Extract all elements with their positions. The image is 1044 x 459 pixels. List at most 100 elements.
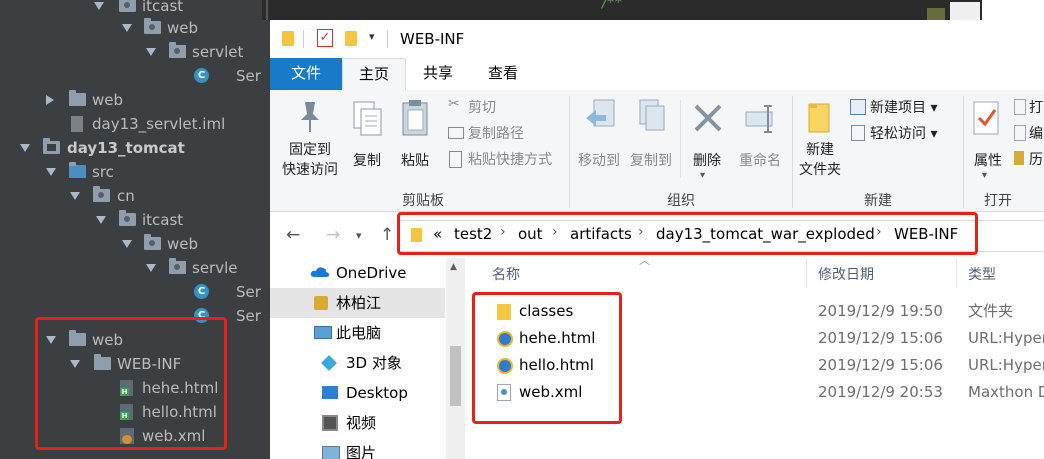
expand-arrow-icon[interactable] [20,144,30,152]
paste-shortcut-button[interactable]: 粘贴快捷方式 [446,148,566,170]
new-folder-quick-icon[interactable] [345,31,357,46]
expand-arrow-icon[interactable] [122,240,132,248]
breadcrumb-artifacts[interactable]: artifacts [570,225,632,243]
chevron-right-icon[interactable]: › [876,224,882,240]
expand-arrow-icon[interactable] [46,168,56,176]
scroll-thumb[interactable] [450,346,461,406]
copy-path-button[interactable]: 复制路径 [446,122,546,144]
tree-item-servle[interactable]: servle [0,256,270,280]
back-arrow-icon[interactable]: ← [286,225,300,245]
xml-file-icon [120,428,134,444]
forward-arrow-icon[interactable]: → [326,225,340,245]
tree-item-src[interactable]: src [0,160,270,184]
expand-arrow-icon[interactable] [46,336,56,344]
easy-access-button[interactable]: 轻松访问 ▾ [848,122,958,144]
nav-item-this-pc[interactable]: 此电脑 [270,318,445,348]
tab-view[interactable]: 查看 [474,58,532,90]
module-folder-icon [43,138,60,154]
window-title: WEB-INF [400,30,465,48]
recent-locations-dropdown-icon[interactable]: ▾ [356,229,362,242]
expand-arrow-icon[interactable] [122,24,132,32]
desktop-icon [322,386,338,399]
address-bar[interactable]: « test2 › out › artifacts › day13_tomcat… [398,220,1044,252]
tree-item-iml[interactable]: day13_servlet.iml [0,112,270,136]
nav-item-desktop[interactable]: Desktop [270,378,445,408]
nav-pane-scrollbar[interactable]: ▲ [446,258,465,459]
copy-button[interactable]: 复制 [344,96,390,188]
breadcrumb-overflow[interactable]: « [433,225,442,243]
edit-button[interactable]: 编 [1014,122,1044,144]
expand-arrow-icon[interactable] [146,264,156,272]
tree-item-class-2[interactable]: C Ser [0,280,270,304]
breadcrumb-test2[interactable]: test2 [454,225,492,243]
tree-item-class-3[interactable]: C Ser [0,304,270,328]
file-row-hello-html[interactable]: hello.html 2019/12/9 15:06 URL:Hyper [465,352,1044,379]
pin-quick-access-button[interactable]: 固定到 快速访问 [278,96,342,188]
tree-item-web-resource[interactable]: web [0,328,270,352]
nav-item-pictures[interactable]: 图片 [270,438,445,459]
breadcrumb-out[interactable]: out [518,225,543,243]
user-folder-icon [314,296,328,310]
nav-item-3d-objects[interactable]: 3D 对象 [270,348,445,378]
html-file-icon [120,380,133,396]
tree-item-class[interactable]: C Ser [0,64,270,88]
chevron-right-icon[interactable]: › [552,224,558,240]
collapse-arrow-icon[interactable] [46,95,54,105]
tab-share[interactable]: 共享 [410,58,466,90]
web-folder-icon [69,330,86,346]
breadcrumb-day13-tomcat[interactable]: day13_tomcat_war_exploded [656,225,875,243]
tree-item-web-xml[interactable]: web.xml [0,424,270,448]
tree-item-hehe-html[interactable]: hehe.html [0,376,270,400]
tree-item-web[interactable]: web [0,16,270,40]
column-header-type[interactable]: 类型 [968,264,996,284]
delete-button[interactable]: 删除 ▾ [684,96,730,188]
tree-item-web-2[interactable]: web [0,232,270,256]
tree-item-hello-html[interactable]: hello.html [0,400,270,424]
nav-item-videos[interactable]: 视频 [270,408,445,438]
nav-item-onedrive[interactable]: OneDrive [270,258,445,288]
file-row-hehe-html[interactable]: hehe.html 2019/12/9 15:06 URL:Hyper [465,325,1044,352]
tree-item-itcast-2[interactable]: itcast [0,208,270,232]
easy-access-icon [851,125,865,141]
history-button[interactable]: 历 [1014,148,1044,170]
delete-dropdown-icon[interactable]: ▾ [700,170,705,181]
ide-project-tree: itcast web servlet C Ser web day13_servl… [0,0,270,459]
tree-item-module[interactable]: day13_tomcat [0,136,270,160]
pictures-icon [322,446,340,459]
expand-arrow-icon[interactable] [70,360,80,368]
new-folder-button[interactable]: 新建 文件夹 [796,96,844,188]
tree-item-cn[interactable]: cn [0,184,270,208]
breadcrumb-web-inf[interactable]: WEB-INF [894,225,958,243]
properties-button[interactable]: 属性 ▾ [966,96,1010,188]
quick-access-dropdown-icon[interactable]: ▾ [369,30,375,43]
ie-html-icon [497,358,513,374]
move-to-button[interactable]: 移动到 [574,96,624,188]
chevron-right-icon[interactable]: › [638,224,644,240]
expand-arrow-icon[interactable] [96,216,106,224]
properties-quick-icon[interactable]: ✓ [317,29,333,47]
paste-button[interactable]: 粘贴 [392,96,438,188]
expand-arrow-icon[interactable] [146,48,156,56]
nav-item-user[interactable]: 林柏江 [270,288,445,318]
properties-dropdown-icon[interactable]: ▾ [982,170,987,181]
expand-arrow-icon[interactable] [94,2,104,10]
column-header-date[interactable]: 修改日期 [818,264,874,284]
file-row-web-xml[interactable]: web.xml 2019/12/9 20:53 Maxthon D [465,379,1044,406]
tree-item-servlet[interactable]: servlet [0,40,270,64]
tab-file[interactable]: 文件 [270,58,342,90]
file-row-classes[interactable]: classes 2019/12/9 19:50 文件夹 [465,298,1044,325]
tree-item-web-inf[interactable]: WEB-INF [0,352,270,376]
open-button[interactable]: 打 [1014,96,1044,118]
copy-to-button[interactable]: 复制到 [626,96,676,188]
chevron-right-icon[interactable]: › [500,224,506,240]
up-arrow-icon[interactable]: ↑ [380,225,394,245]
cut-button[interactable]: ✂ 剪切 [446,96,526,118]
column-header-name[interactable]: 名称 [492,264,520,284]
pin-icon [301,102,319,132]
rename-button[interactable]: 重命名 [732,96,788,188]
tab-home[interactable]: 主页 [342,58,406,92]
scroll-up-icon[interactable]: ▲ [450,262,457,272]
new-item-button[interactable]: 新建项目 ▾ [848,96,958,118]
tree-item-web-folder[interactable]: web [0,88,270,112]
expand-arrow-icon[interactable] [70,192,80,200]
